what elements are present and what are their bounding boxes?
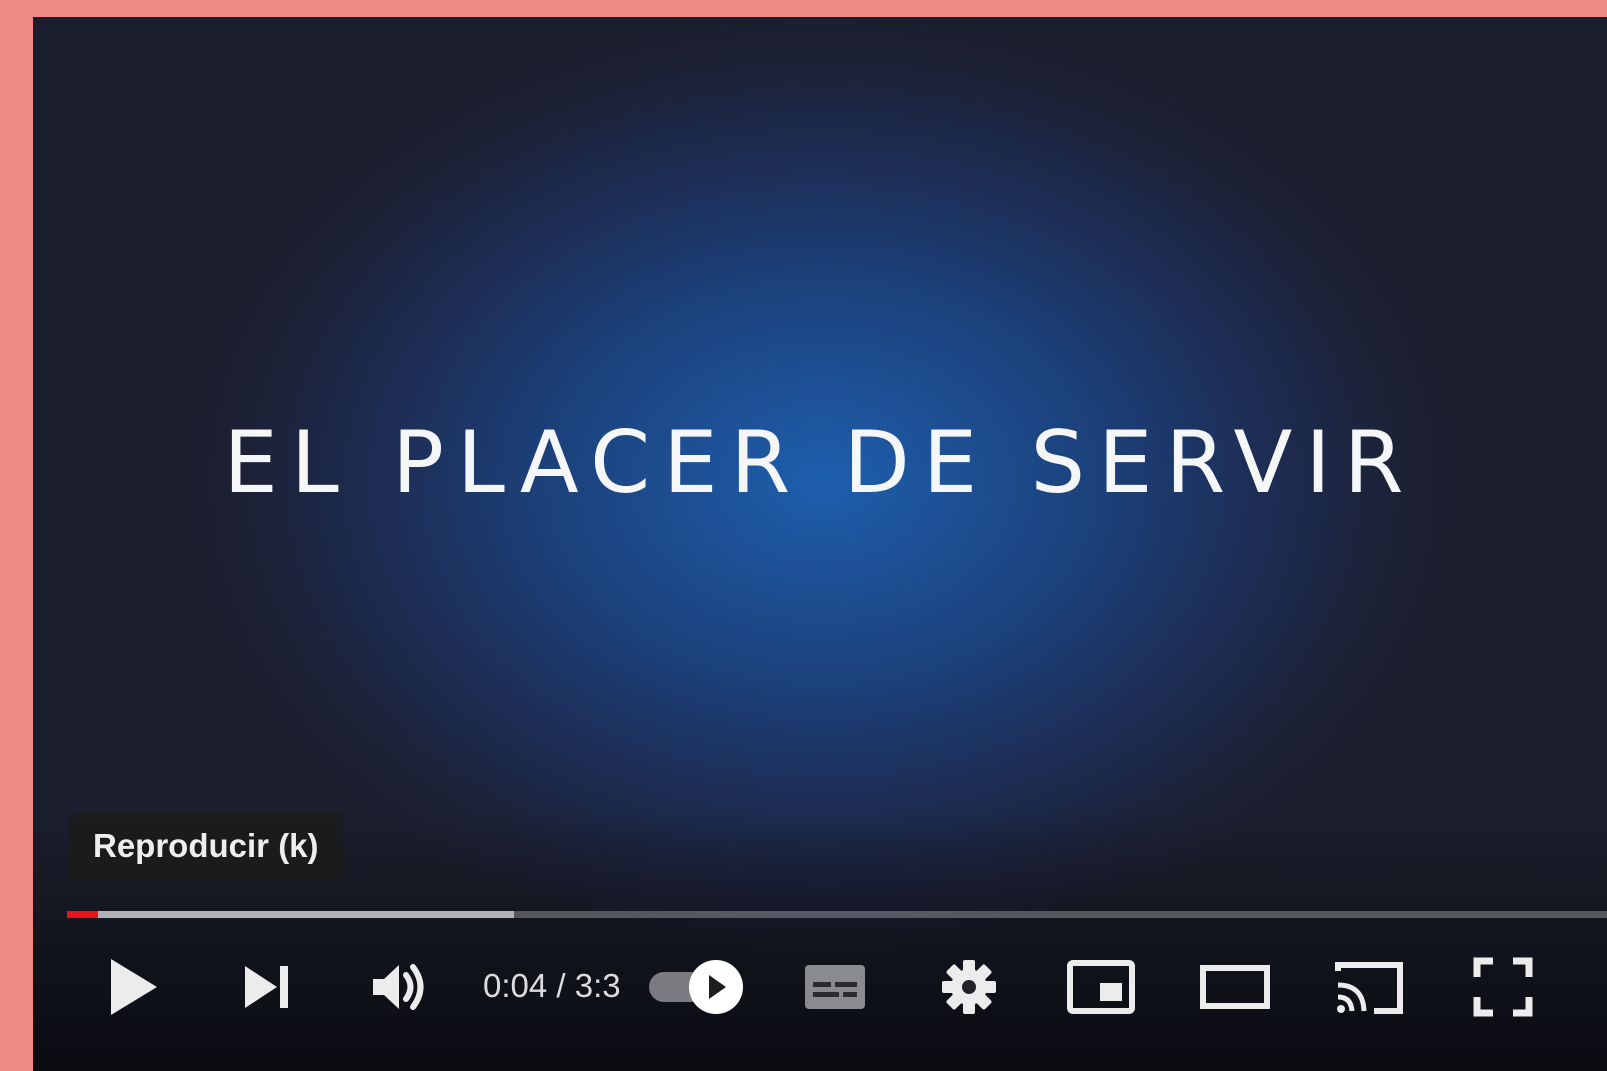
progress-played <box>67 911 98 918</box>
settings-icon <box>940 958 998 1016</box>
volume-button[interactable] <box>361 950 437 1024</box>
play-tooltip: Reproducir (k) <box>69 813 343 879</box>
time-separator: / <box>556 967 566 1004</box>
video-title-overlay: EL PLACER DE SERVIR <box>223 413 1417 513</box>
play-icon <box>105 955 161 1019</box>
fullscreen-icon <box>1473 957 1533 1017</box>
autoplay-toggle-icon <box>646 957 746 1017</box>
video-player[interactable]: EL PLACER DE SERVIR Reproducir (k) 0:04 … <box>33 17 1607 1071</box>
settings-button[interactable] <box>931 950 1007 1024</box>
theater-mode-button[interactable] <box>1197 950 1273 1024</box>
subtitles-icon <box>803 963 867 1011</box>
miniplayer-icon <box>1066 959 1136 1015</box>
play-button[interactable] <box>95 950 171 1024</box>
subtitles-button[interactable] <box>797 950 873 1024</box>
cast-button[interactable] <box>1331 950 1407 1024</box>
next-icon <box>239 962 295 1012</box>
time-total: 3:3 <box>574 967 621 1004</box>
miniplayer-button[interactable] <box>1063 950 1139 1024</box>
time-current: 0:04 <box>483 967 548 1004</box>
time-display: 0:04 / 3:3 <box>483 963 621 1009</box>
progress-buffered <box>67 911 514 918</box>
volume-icon <box>369 960 429 1014</box>
cast-icon <box>1334 959 1404 1015</box>
autoplay-toggle[interactable] <box>645 950 747 1024</box>
fullscreen-button[interactable] <box>1465 950 1541 1024</box>
progress-bar[interactable] <box>67 911 1607 918</box>
next-button[interactable] <box>229 950 305 1024</box>
theater-mode-icon <box>1199 964 1271 1010</box>
